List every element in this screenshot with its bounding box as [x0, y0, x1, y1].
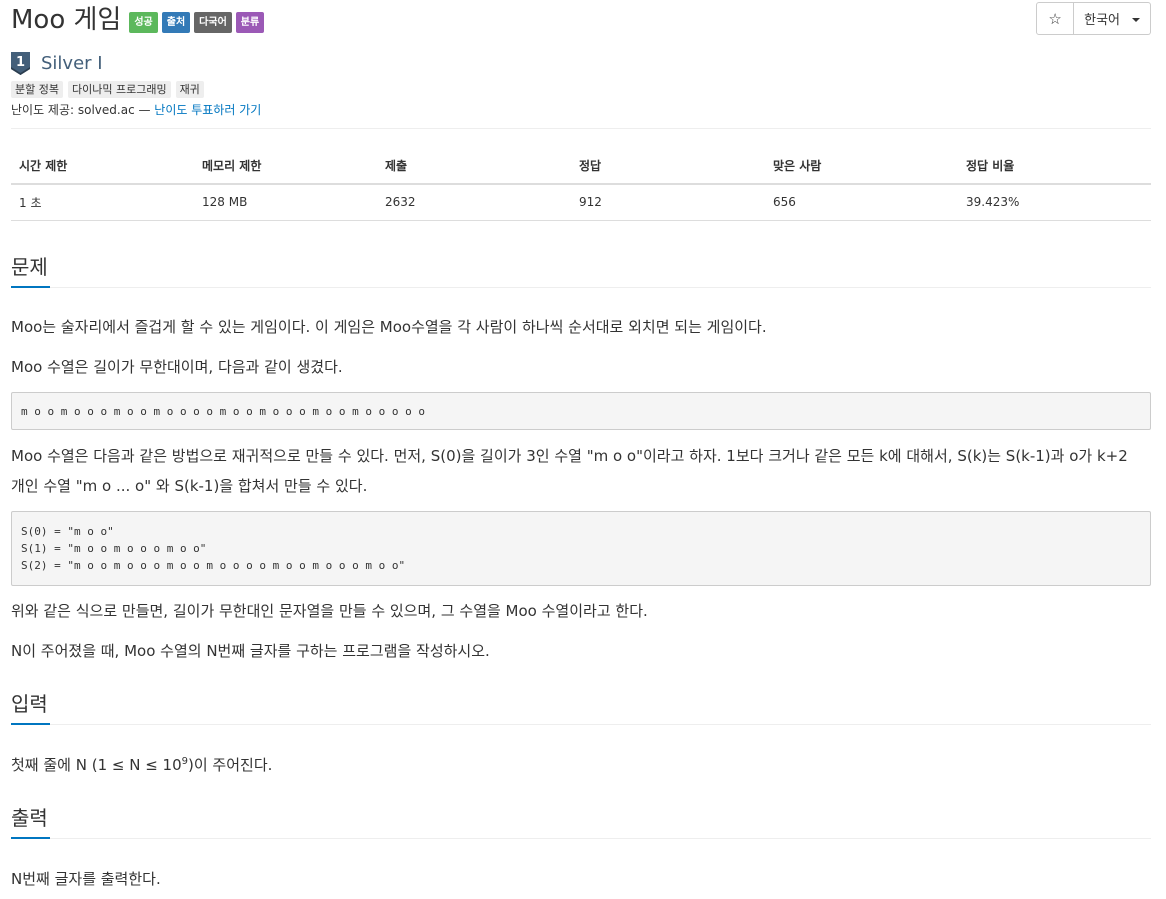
- language-label: 한국어: [1084, 12, 1120, 27]
- table-header-row: 시간 제한 메모리 제한 제출 정답 맞은 사람 정답 비율: [11, 148, 1151, 185]
- td-accepted[interactable]: 912: [571, 184, 765, 221]
- section-rule: [11, 287, 1151, 288]
- td-submissions[interactable]: 2632: [377, 184, 571, 221]
- recursion-example-code: S(0) = "m o o" S(1) = "m o o m o o o m o…: [11, 511, 1151, 586]
- code-line-s1: S(1) = "m o o m o o o m o o": [21, 542, 207, 555]
- th-solvers: 맞은 사람: [765, 148, 958, 185]
- badge-multilingual[interactable]: 다국어: [194, 11, 232, 33]
- code-line: m o o m o o o m o o m o o o o m o o m o …: [21, 405, 425, 418]
- th-accepted: 정답: [571, 148, 765, 185]
- input-text-after: )이 주어진다.: [188, 756, 273, 774]
- problem-paragraph-1: Moo는 술자리에서 즐겁게 할 수 있는 게임이다. 이 게임은 Moo수열을…: [11, 318, 767, 336]
- problem-info-table: 시간 제한 메모리 제한 제출 정답 맞은 사람 정답 비율 1 초 128 M…: [11, 148, 1151, 221]
- problem-paragraph-2: Moo 수열은 길이가 무한대이며, 다음과 같이 생겼다.: [11, 358, 343, 376]
- difficulty-provider: 난이도 제공: solved.ac — 난이도 투표하러 가기: [11, 101, 261, 118]
- td-time-limit: 1 초: [11, 184, 194, 221]
- th-time-limit: 시간 제한: [11, 148, 194, 185]
- tag-list: 분할 정복 다이나믹 프로그래밍 재귀: [11, 81, 209, 98]
- output-description: N번째 글자를 출력한다.: [11, 870, 161, 888]
- star-button[interactable]: ☆: [1036, 2, 1075, 35]
- section-underline: [11, 837, 50, 839]
- table-row: 1 초 128 MB 2632 912 656 39.423%: [11, 184, 1151, 221]
- problem-paragraph-3a: Moo 수열은 다음과 같은 방법으로 재귀적으로 만들 수 있다. 먼저, S…: [11, 447, 1128, 465]
- section-rule: [11, 838, 1151, 839]
- difficulty-vote-link[interactable]: 난이도 투표하러 가기: [154, 103, 261, 117]
- difficulty-prefix: 난이도 제공: solved.ac —: [11, 103, 155, 117]
- divider: [11, 128, 1151, 129]
- top-actions: ☆ 한국어: [1036, 2, 1151, 35]
- tier-shield-icon: 1: [11, 52, 30, 75]
- problem-paragraph-5: N이 주어졌을 때, Moo 수열의 N번째 글자를 구하는 프로그램을 작성하…: [11, 642, 490, 660]
- language-dropdown[interactable]: 한국어: [1074, 2, 1151, 35]
- section-rule: [11, 724, 1151, 725]
- section-heading-output: 출력: [11, 806, 48, 830]
- input-description: 첫째 줄에 N (1 ≤ N ≤ 109)이 주어진다.: [11, 750, 1151, 780]
- th-ratio: 정답 비율: [958, 148, 1151, 185]
- tag-recursion[interactable]: 재귀: [175, 81, 204, 98]
- badge-group: 성공 출처 다국어 분류: [129, 11, 268, 33]
- badge-success[interactable]: 성공: [129, 11, 158, 33]
- tier-row: 1 Silver I: [11, 52, 103, 75]
- section-heading-problem: 문제: [11, 255, 48, 279]
- badge-category[interactable]: 분류: [235, 11, 265, 33]
- tag-divide-conquer[interactable]: 분할 정복: [11, 81, 63, 98]
- code-line-s2: S(2) = "m o o m o o o m o o m o o o o m …: [21, 559, 406, 572]
- section-heading-input: 입력: [11, 692, 48, 716]
- input-text-before: 첫째 줄에 N (1 ≤ N ≤ 10: [11, 756, 182, 774]
- tier-name-link[interactable]: Silver I: [41, 53, 103, 74]
- caret-down-icon: [1132, 17, 1140, 22]
- page-title: Moo 게임: [11, 5, 122, 35]
- title-row: Moo 게임 성공 출처 다국어 분류: [11, 4, 268, 36]
- problem-paragraph-4: 위와 같은 식으로 만들면, 길이가 무한대인 문자열을 만들 수 있으며, 그…: [11, 602, 648, 620]
- code-line-s0: S(0) = "m o o": [21, 525, 114, 538]
- tag-dynamic-programming[interactable]: 다이나믹 프로그래밍: [67, 81, 171, 98]
- th-submissions: 제출: [377, 148, 571, 185]
- tier-number: 1: [16, 55, 25, 70]
- star-icon: ☆: [1048, 10, 1062, 28]
- sample-sequence-code: m o o m o o o m o o m o o o o m o o m o …: [11, 392, 1151, 430]
- td-solvers[interactable]: 656: [765, 184, 958, 221]
- td-ratio: 39.423%: [958, 184, 1151, 221]
- section-underline: [11, 723, 50, 725]
- badge-source[interactable]: 출처: [161, 11, 191, 33]
- section-underline: [11, 286, 50, 288]
- problem-paragraph-3b: 개인 수열 "m o ... o" 와 S(k-1)을 합쳐서 만들 수 있다.: [11, 477, 368, 495]
- th-memory-limit: 메모리 제한: [194, 148, 377, 185]
- td-memory-limit: 128 MB: [194, 184, 377, 221]
